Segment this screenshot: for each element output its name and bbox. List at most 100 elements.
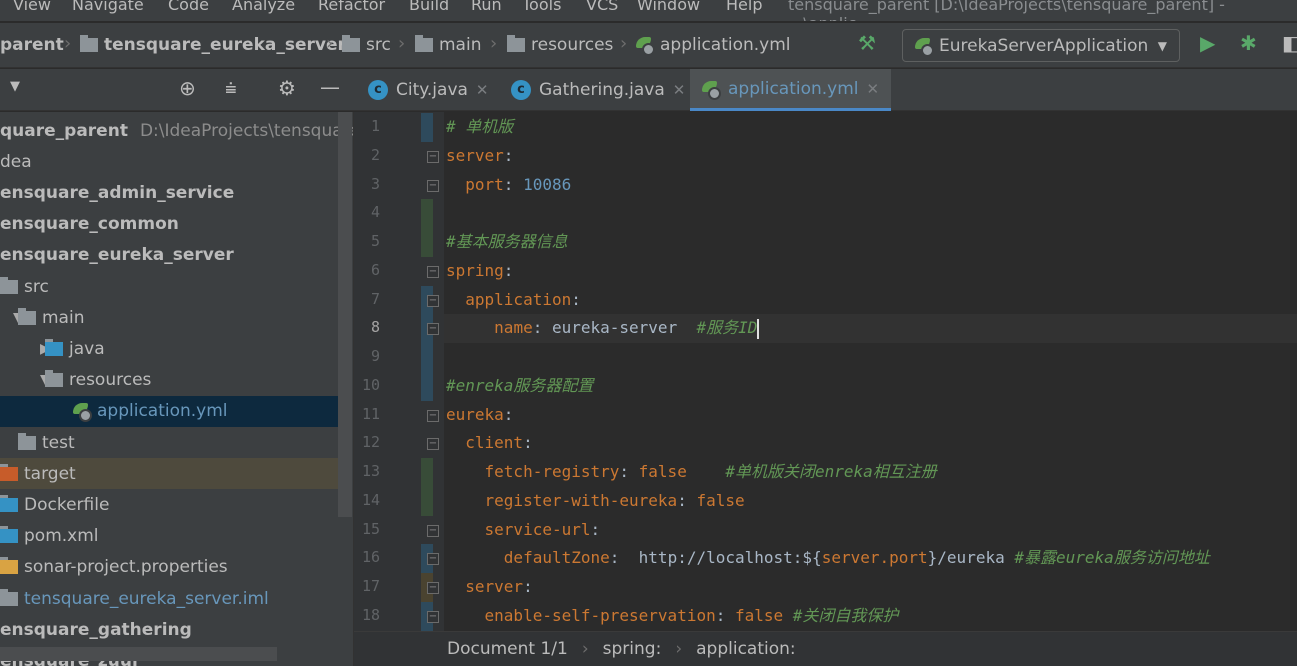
breadcrumb-module[interactable]: tensquare_eureka_server — [80, 35, 346, 55]
path-spring[interactable]: spring: — [603, 639, 662, 659]
breadcrumb-project[interactable]: parent — [0, 35, 64, 55]
locate-target-icon[interactable]: ⊕ — [179, 76, 196, 100]
chevron-right-icon: › — [581, 639, 589, 659]
tree-item-label: ensquare_common — [0, 214, 179, 235]
breadcrumb-src[interactable]: src — [342, 35, 391, 55]
tree-item[interactable]: ▼resources — [0, 365, 352, 396]
tree-item[interactable]: Dockerfile — [0, 489, 352, 520]
change-marker[interactable] — [421, 486, 433, 516]
folder-icon — [415, 35, 433, 52]
menu-view[interactable]: View — [13, 0, 51, 14]
document-indicator[interactable]: Document 1/1 — [447, 639, 568, 659]
fold-marker-icon[interactable]: − — [427, 179, 439, 192]
fold-marker-icon[interactable]: − — [427, 409, 439, 422]
run-configuration-select[interactable]: EurekaServerApplication ▼ — [902, 29, 1180, 62]
code-line: server: — [446, 142, 513, 170]
fold-marker-icon[interactable]: − — [427, 553, 439, 566]
view-dropdown-icon[interactable]: ▼ — [10, 79, 20, 94]
build-hammer-icon[interactable]: ⚒ — [858, 31, 876, 55]
menu-refactor[interactable]: Refactor — [318, 0, 385, 14]
close-icon[interactable]: ✕ — [476, 81, 489, 99]
horizontal-scrollbar[interactable] — [0, 647, 277, 661]
line-number: 17 — [361, 577, 380, 595]
excluded-folder-icon — [0, 463, 18, 481]
line-number: 11 — [361, 404, 380, 423]
tree-item[interactable]: quare_parent D:\IdeaProjects\tensquare_pa — [0, 115, 353, 146]
tree-item[interactable]: tensquare_eureka_server.iml — [0, 583, 352, 614]
close-icon[interactable]: ✕ — [673, 81, 686, 99]
fold-marker-icon[interactable]: − — [427, 582, 439, 594]
project-tree: ensquare_zuulensquare_gatheringtensquare… — [0, 112, 354, 666]
code-token: : — [571, 289, 581, 309]
collapse-all-icon[interactable]: ⩧ — [225, 76, 237, 100]
iml-icon — [0, 588, 18, 606]
vertical-scrollbar[interactable] — [338, 112, 352, 517]
change-marker[interactable] — [421, 199, 433, 228]
line-number: 1 — [370, 117, 380, 135]
change-marker[interactable] — [421, 343, 433, 372]
tree-item[interactable]: test — [0, 427, 352, 458]
dropdown-arrow-icon: ▼ — [1157, 38, 1167, 53]
menu-navigate[interactable]: Navigate — [72, 0, 144, 14]
tree-item[interactable]: dea — [0, 146, 352, 177]
tree-item[interactable]: target — [0, 458, 352, 490]
debug-bug-icon[interactable]: ✱ — [1240, 31, 1257, 55]
change-marker[interactable] — [421, 371, 433, 401]
menu-analyze[interactable]: Analyze — [232, 0, 295, 14]
breadcrumb-file[interactable]: application.yml — [636, 35, 791, 56]
minimize-icon[interactable]: — — [320, 75, 340, 99]
fold-marker-icon[interactable]: − — [427, 294, 439, 307]
code-token: : — [619, 462, 639, 481]
close-icon[interactable]: ✕ — [867, 80, 880, 98]
menu-window[interactable]: Window — [637, 0, 700, 14]
tab-city-java[interactable]: c City.java ✕ — [356, 69, 501, 111]
change-marker[interactable] — [421, 228, 433, 257]
coverage-shield-icon[interactable]: ◧ — [1282, 31, 1297, 55]
tab-gathering-java[interactable]: c Gathering.java ✕ — [499, 69, 697, 111]
tree-item-label: main — [42, 307, 85, 328]
tree-item[interactable]: ensquare_eureka_server — [0, 240, 352, 271]
code-token: : — [590, 519, 601, 539]
tree-item[interactable]: ensquare_gathering — [0, 614, 352, 645]
code-token: application — [465, 289, 572, 309]
menu-run[interactable]: Run — [471, 0, 502, 14]
line-number: 2 — [370, 145, 380, 164]
breadcrumb-resources[interactable]: resources — [507, 35, 613, 55]
change-marker[interactable] — [421, 458, 433, 487]
path-application[interactable]: application: — [696, 639, 796, 659]
menu-help[interactable]: Help — [726, 0, 762, 14]
run-icon[interactable]: ▶ — [1200, 31, 1215, 55]
tree-item[interactable]: ensquare_common — [0, 209, 352, 240]
fold-marker-icon[interactable]: − — [427, 610, 439, 623]
breadcrumb-main[interactable]: main — [415, 35, 481, 55]
code-editor[interactable]: # 单机版 server: port: 10086 #基本服务器信息 spring: … — [444, 112, 1297, 631]
gear-icon[interactable]: ⚙ — [278, 76, 296, 100]
menu-vcs[interactable]: VCS — [586, 0, 618, 14]
resources-folder-icon — [45, 370, 63, 388]
menu-build[interactable]: Build — [409, 0, 449, 14]
change-marker[interactable] — [421, 113, 433, 142]
fold-marker-icon[interactable]: − — [427, 524, 439, 537]
tree-item-label: ensquare_eureka_server — [0, 245, 234, 266]
menu-tools[interactable]: Tools — [522, 0, 561, 14]
tree-item[interactable]: src — [0, 271, 352, 302]
tab-application-yml[interactable]: application.yml ✕ — [690, 69, 892, 111]
tree-item[interactable]: application.yml — [0, 395, 352, 427]
fold-marker-icon[interactable]: − — [427, 323, 439, 336]
code-line: server: — [446, 573, 532, 601]
line-number: 13 — [361, 462, 380, 480]
fold-marker-icon[interactable]: − — [427, 265, 439, 278]
tree-item[interactable]: sonar-project.properties — [0, 552, 352, 583]
tree-item[interactable]: ensquare_admin_service — [0, 177, 352, 208]
fold-marker-icon[interactable]: − — [427, 150, 439, 163]
tree-item[interactable]: ▶java — [0, 333, 352, 364]
fold-marker-icon[interactable]: − — [427, 438, 439, 451]
menu-code[interactable]: Code — [168, 0, 209, 14]
tree-item[interactable]: ▼main — [0, 302, 352, 333]
tree-item[interactable]: pom.xml — [0, 521, 352, 552]
code-token: server.port — [821, 548, 928, 568]
line-number: 9 — [370, 347, 380, 365]
